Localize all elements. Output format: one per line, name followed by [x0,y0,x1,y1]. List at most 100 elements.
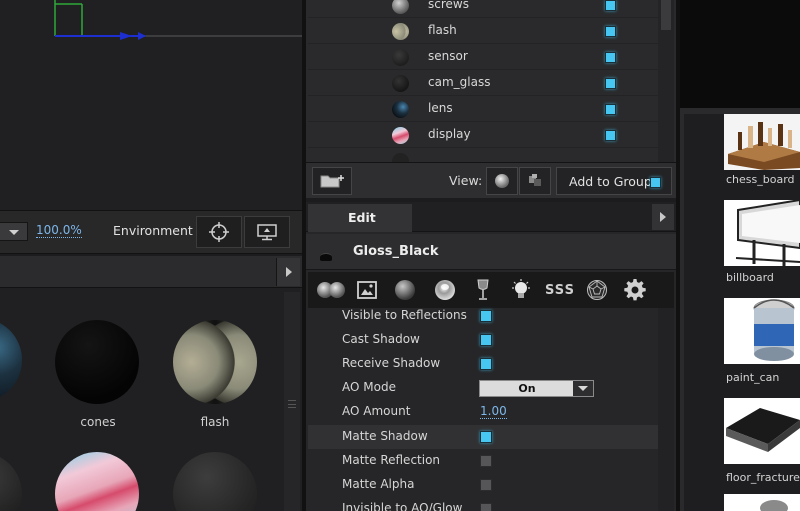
prop-ao-amount: AO Amount 1.00 [308,400,658,424]
wireframe-sphere-icon[interactable] [584,277,610,303]
visibility-checkbox[interactable] [605,0,616,11]
gear-icon[interactable] [622,277,648,303]
visible-to-reflections-checkbox[interactable] [480,310,492,322]
model-label: floor_fracture [726,471,800,484]
panel-expand-arrow-button[interactable] [652,204,674,230]
ao-amount-value[interactable]: 1.00 [480,404,507,419]
prop-label: Invisible to AO/Glow [342,501,463,511]
viewport-toolbar: 100.0% Environment [0,210,302,254]
visibility-checkbox[interactable] [605,104,616,115]
environment-label: Environment [113,223,193,238]
prop-receive-shadow: Receive Shadow [308,352,658,376]
tree-row-sensor[interactable]: sensor [308,44,662,70]
cast-shadow-checkbox[interactable] [480,334,492,346]
zoom-value[interactable]: 100.0% [36,223,82,238]
prop-ao-mode: AO Mode On [308,376,658,400]
sphere-icon [495,174,509,188]
view-models-button[interactable] [519,167,551,195]
image-icon[interactable] [354,277,380,303]
sss-text: SSS [545,282,575,298]
model-library-edge [680,114,684,511]
tree-row-display[interactable]: display [308,122,662,148]
tree-row-screws[interactable]: screws [308,0,662,18]
spheres-icon[interactable] [316,277,346,303]
model-thumb[interactable] [724,494,800,511]
material-swatch-flash[interactable] [173,320,257,404]
material-name[interactable]: Gloss_Black [353,244,439,259]
receive-shadow-checkbox[interactable] [480,358,492,370]
prop-cast-shadow: Cast Shadow [308,328,658,352]
new-group-button[interactable] [312,167,352,195]
scene-tree-scrollbar[interactable] [658,0,674,162]
tab-edit-label: Edit [348,210,376,225]
target-button[interactable] [196,216,242,248]
chevron-down-icon[interactable] [573,381,593,396]
matte-alpha-checkbox[interactable] [480,479,492,491]
material-swatch-display[interactable] [55,452,139,511]
viewport-axes [54,0,302,40]
prop-visible-to-reflections: Visible to Reflections [308,304,658,328]
tree-row-flash[interactable]: flash [308,18,662,44]
tree-row-label: screws [428,0,469,11]
view-materials-button[interactable] [486,167,518,195]
ao-mode-select[interactable]: On [479,380,594,397]
model-icon [529,174,541,186]
matte-shadow-checkbox[interactable] [480,431,492,443]
sss-icon[interactable]: SSS [544,277,576,303]
material-library-scrollbar[interactable] [284,292,300,511]
material-thumb-icon [392,75,409,92]
prop-matte-reflection: Matte Reflection [308,449,658,473]
visibility-checkbox[interactable] [605,52,616,63]
tab-edit[interactable]: Edit [308,204,412,232]
material-swatch[interactable] [0,318,22,402]
tree-row-label: sensor [428,49,468,63]
tree-row-label: cam_glass [428,75,491,89]
material-swatch-cones[interactable] [55,320,139,404]
material-swatch[interactable] [0,452,22,511]
properties-scrollbar[interactable] [658,308,674,511]
prop-label: Matte Alpha [342,477,415,491]
material-thumb-icon [392,0,409,14]
add-to-group-button[interactable]: Add to Group [556,167,672,195]
edit-tabs: Edit [306,202,676,232]
prop-label: Matte Shadow [342,429,428,443]
material-swatch[interactable] [173,452,257,511]
prop-matte-alpha: Matte Alpha [308,473,658,497]
material-library: cones flash [0,256,302,511]
scene-tree-footer: View: Add to Group [306,162,676,198]
light-bulb-icon[interactable] [508,277,534,303]
material-property-toolbar: SSS [308,272,674,308]
visibility-checkbox[interactable] [605,26,616,37]
view-dropdown[interactable] [0,222,28,241]
invisible-to-ao-glow-checkbox[interactable] [480,503,492,511]
prop-invisible-to-ao-glow: Invisible to AO/Glow [308,497,658,511]
material-thumb-icon [392,23,409,40]
chrome-sphere-icon[interactable] [432,277,458,303]
scrollbar-thumb[interactable] [661,0,671,30]
tree-row-cam-glass[interactable]: cam_glass [308,70,662,96]
model-thumb-billboard[interactable] [724,200,800,270]
sphere-icon[interactable] [392,277,418,303]
prop-label: Cast Shadow [342,332,420,346]
glass-icon[interactable] [470,277,496,303]
material-thumb-icon [392,101,409,118]
tree-row-label: lens [428,101,453,115]
model-thumb-paint-can[interactable] [724,298,800,368]
material-thumb-icon [392,127,409,144]
model-thumb-floor-fracture[interactable] [724,398,800,468]
visibility-checkbox[interactable] [605,78,616,89]
view-label: View: [449,173,483,188]
tree-row-lens[interactable]: lens [308,96,662,122]
material-properties: Visible to Reflections Cast Shadow Recei… [308,308,658,511]
prop-label: Visible to Reflections [342,308,467,322]
display-button[interactable] [244,216,290,248]
scene-tree: screws flash sensor cam_glass lens displ… [306,0,676,162]
matte-reflection-checkbox[interactable] [480,455,492,467]
visibility-checkbox[interactable] [605,130,616,141]
material-thumb-icon [392,49,409,66]
add-to-group-checkbox[interactable] [650,177,661,188]
expand-arrow-button[interactable] [276,258,300,286]
tree-row[interactable] [308,148,662,162]
model-label: billboard [726,271,774,284]
3d-viewport[interactable] [0,0,302,210]
